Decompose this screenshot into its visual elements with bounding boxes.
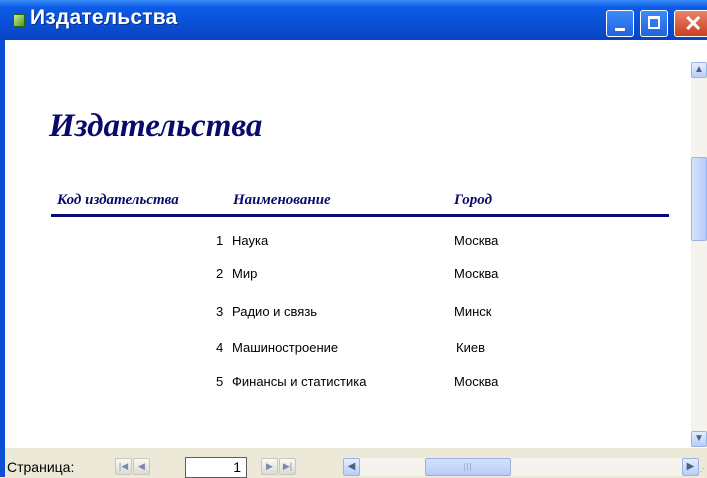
cell-name: Финансы и статистика (232, 374, 367, 389)
horizontal-scrollbar[interactable]: ◀ ||| ▶ (343, 458, 699, 476)
previous-page-icon: ◀ (138, 461, 145, 471)
minimize-button[interactable] (606, 10, 634, 37)
cell-code: 1 (216, 233, 224, 248)
table-row: 5 Финансы и статистика Москва (5, 374, 691, 394)
last-page-button[interactable]: ▶| (279, 458, 296, 475)
cell-city: Москва (454, 233, 499, 248)
next-page-button[interactable]: ▶ (261, 458, 278, 475)
table-row: 4 Машиностроение Киев (5, 340, 691, 360)
first-page-icon: |◀ (118, 461, 129, 471)
vertical-scroll-thumb[interactable] (691, 157, 707, 241)
cell-name: Наука (232, 233, 269, 248)
cell-code: 4 (216, 340, 224, 355)
close-icon: ✕ (684, 11, 703, 36)
minimize-icon (615, 28, 625, 31)
title-bar[interactable]: Издательства ✕ (0, 0, 707, 40)
vertical-scrollbar[interactable]: ▲ ▼ (691, 62, 707, 447)
scroll-grip-icon: ||| (463, 462, 473, 471)
last-page-icon: ▶| (282, 461, 293, 471)
scroll-down-button[interactable]: ▼ (691, 431, 707, 447)
scroll-right-icon: ▶ (686, 461, 695, 472)
scroll-up-icon: ▲ (694, 64, 704, 75)
report-window: Издательства ✕ Издательства Код издатель… (0, 0, 707, 478)
first-page-button[interactable]: |◀ (115, 458, 132, 475)
next-page-icon: ▶ (266, 461, 273, 471)
page-number-input[interactable]: 1 (185, 457, 247, 478)
report-title: Издательства (49, 108, 263, 144)
header-divider (51, 214, 669, 217)
column-header-name: Наименование (233, 192, 331, 208)
maximize-button[interactable] (640, 10, 668, 37)
horizontal-scroll-thumb[interactable]: ||| (425, 458, 511, 476)
column-header-code: Код издательства (57, 192, 179, 208)
table-row: 1 Наука Москва (5, 233, 691, 253)
cell-city: Минск (454, 304, 492, 319)
scroll-up-button[interactable]: ▲ (691, 62, 707, 78)
cell-name: Машиностроение (232, 340, 339, 355)
table-row: 3 Радио и связь Минск (5, 304, 691, 324)
cell-name: Мир (232, 266, 258, 281)
cell-name: Радио и связь (232, 304, 318, 319)
report-client-area: Издательства Код издательства Наименован… (5, 40, 707, 478)
previous-page-button[interactable]: ◀ (133, 458, 150, 475)
resize-grip-icon[interactable]: ⋰ (697, 468, 707, 477)
table-row: 2 Мир Москва (5, 266, 691, 286)
window-title: Издательства (30, 6, 178, 29)
app-icon[interactable] (13, 14, 25, 27)
scroll-left-icon: ◀ (347, 461, 356, 472)
navigation-bar: Страница: |◀ ◀ 1 ▶ ▶| ◀ ||| ▶ ⋰ (5, 448, 707, 478)
maximize-icon (648, 16, 660, 29)
cell-code: 5 (216, 374, 224, 389)
cell-city: Москва (454, 266, 499, 281)
report-page: Издательства Код издательства Наименован… (5, 40, 691, 448)
scroll-left-button[interactable]: ◀ (343, 458, 360, 476)
column-header-city: Город (454, 192, 493, 208)
cell-code: 2 (216, 266, 224, 281)
cell-city: Москва (454, 374, 499, 389)
page-label: Страница: (7, 459, 75, 475)
cell-city: Киев (456, 340, 485, 355)
scroll-down-icon: ▼ (694, 433, 704, 444)
close-button[interactable]: ✕ (674, 10, 707, 37)
cell-code: 3 (216, 304, 224, 319)
